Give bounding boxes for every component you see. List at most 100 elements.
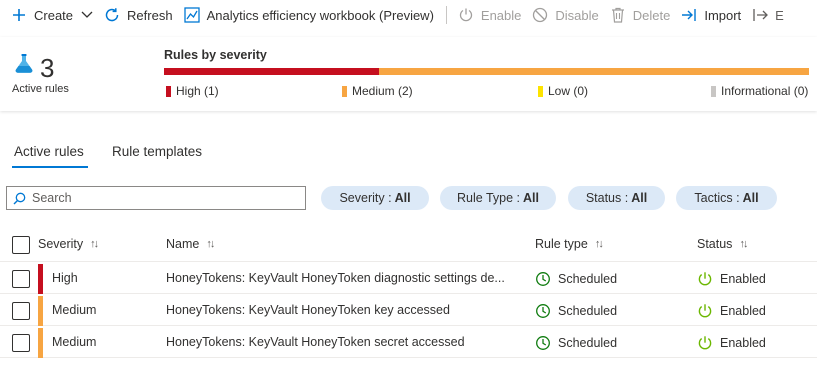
filter-status-value: All — [631, 191, 648, 205]
power-icon — [697, 335, 713, 351]
row-severity: High — [52, 271, 78, 285]
power-icon — [697, 271, 713, 287]
legend-informational-label: Informational (0) — [721, 84, 809, 98]
chart-icon — [183, 6, 201, 24]
import-label: Import — [704, 7, 742, 23]
row-status-label: Enabled — [720, 272, 766, 286]
clock-icon — [535, 303, 551, 319]
legend-medium: Medium (2) — [342, 84, 413, 98]
filter-status-label: Status : — [585, 191, 629, 205]
plus-icon — [10, 6, 28, 24]
row-name[interactable]: HoneyTokens: KeyVault HoneyToken secret … — [166, 335, 465, 349]
delete-button[interactable]: Delete — [607, 0, 679, 30]
power-icon — [457, 6, 475, 24]
import-button[interactable]: Import — [678, 0, 749, 30]
tab-active-rules[interactable]: Active rules — [14, 144, 84, 159]
row-checkbox[interactable] — [12, 270, 30, 288]
refresh-button[interactable]: Refresh — [101, 0, 181, 30]
filter-rule-type-value: All — [523, 191, 539, 205]
column-name-label: Name — [166, 237, 200, 251]
filter-tactics-label: Tactics : — [694, 191, 740, 205]
block-icon — [531, 6, 549, 24]
legend-high-label: High (1) — [176, 84, 219, 98]
filter-severity-label: Severity : — [339, 191, 392, 205]
disable-button[interactable]: Disable — [529, 0, 606, 30]
tab-rule-templates[interactable]: Rule templates — [112, 144, 202, 159]
select-all-checkbox[interactable] — [12, 236, 30, 254]
rules-summary-panel: 3 Active rules Rules by severity High (1… — [0, 37, 817, 111]
filter-rule-type-label: Rule Type : — [457, 191, 521, 205]
severity-indicator-high — [38, 264, 43, 294]
search-box — [6, 186, 306, 210]
active-rules-count: 3 — [40, 53, 55, 83]
row-rule-type-label: Scheduled — [558, 304, 618, 318]
enable-button[interactable]: Enable — [455, 0, 529, 30]
command-bar: Create Refresh Analytics efficiency work… — [0, 0, 817, 30]
filter-rule-type[interactable]: Rule Type : All — [440, 186, 556, 210]
row-status-label: Enabled — [720, 336, 766, 350]
table-row[interactable]: Medium HoneyTokens: KeyVault HoneyToken … — [0, 294, 817, 326]
refresh-label: Refresh — [127, 7, 173, 23]
row-severity: Medium — [52, 335, 97, 349]
row-name[interactable]: HoneyTokens: KeyVault HoneyToken diagnos… — [166, 271, 505, 285]
chevron-down-icon — [81, 11, 93, 19]
row-status-label: Enabled — [720, 304, 766, 318]
delete-label: Delete — [632, 7, 671, 23]
row-checkbox[interactable] — [12, 334, 30, 352]
filter-status[interactable]: Status : All — [568, 186, 665, 210]
severity-bar-high — [164, 68, 379, 75]
disable-label: Disable — [555, 7, 599, 23]
power-icon — [697, 303, 713, 319]
row-checkbox[interactable] — [12, 302, 30, 320]
row-rule-type: Scheduled — [535, 303, 617, 319]
filter-severity[interactable]: Severity : All — [321, 186, 429, 210]
create-label: Create — [34, 7, 74, 23]
sort-icon: ↑↓ — [594, 238, 604, 250]
legend-informational: Informational (0) — [711, 84, 808, 98]
sort-icon: ↑↓ — [206, 238, 215, 250]
create-button[interactable]: Create — [8, 0, 101, 30]
legend-medium-swatch — [342, 85, 347, 97]
column-severity-label: Severity — [38, 237, 84, 251]
severity-indicator-medium — [38, 328, 43, 358]
row-rule-type-label: Scheduled — [558, 336, 618, 350]
row-name[interactable]: HoneyTokens: KeyVault HoneyToken key acc… — [166, 303, 450, 317]
flask-icon — [13, 53, 35, 75]
column-header-name[interactable]: Name ↑↓ — [166, 237, 215, 251]
severity-distribution-bar — [164, 68, 809, 75]
table-header: Severity ↑↓ Name ↑↓ Rule type ↑↓ Status … — [0, 230, 817, 262]
row-status: Enabled — [697, 271, 766, 287]
filter-severity-value: All — [394, 191, 411, 205]
sort-icon: ↑↓ — [90, 238, 99, 250]
export-button[interactable]: E — [749, 0, 784, 30]
column-header-severity[interactable]: Severity ↑↓ — [38, 237, 99, 251]
legend-high: High (1) — [166, 84, 219, 98]
search-input[interactable] — [32, 191, 292, 205]
filter-tactics[interactable]: Tactics : All — [676, 186, 777, 210]
export-icon — [751, 6, 769, 24]
import-icon — [680, 6, 698, 24]
severity-bar-medium — [379, 68, 809, 75]
legend-medium-label: Medium (2) — [352, 84, 413, 98]
legend-informational-swatch — [711, 85, 716, 97]
severity-chart-title: Rules by severity — [164, 48, 267, 62]
row-rule-type: Scheduled — [535, 335, 617, 351]
legend-low-label: Low (0) — [548, 84, 589, 98]
row-status: Enabled — [697, 335, 766, 351]
analytics-workbook-button[interactable]: Analytics efficiency workbook (Preview) — [181, 0, 442, 30]
column-rule-type-label: Rule type — [535, 237, 588, 251]
refresh-icon — [103, 6, 121, 24]
search-icon — [13, 192, 26, 205]
filter-tactics-value: All — [742, 191, 759, 205]
toolbar-divider — [445, 6, 447, 24]
tab-active-indicator — [12, 166, 88, 168]
trash-icon — [609, 6, 627, 24]
column-header-status[interactable]: Status ↑↓ — [697, 237, 748, 251]
clock-icon — [535, 335, 551, 351]
column-header-rule-type[interactable]: Rule type ↑↓ — [535, 237, 604, 251]
table-row[interactable]: Medium HoneyTokens: KeyVault HoneyToken … — [0, 326, 817, 358]
table-row[interactable]: High HoneyTokens: KeyVault HoneyToken di… — [0, 262, 817, 294]
sort-icon: ↑↓ — [739, 238, 748, 250]
workbook-label: Analytics efficiency workbook (Preview) — [206, 7, 434, 23]
row-status: Enabled — [697, 303, 766, 319]
